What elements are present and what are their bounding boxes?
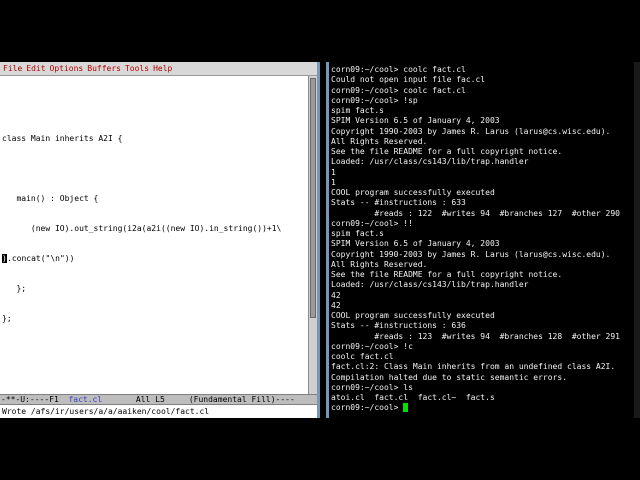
cursor-line-text: .concat("\n")) — [7, 254, 75, 263]
terminal-scrollbar[interactable] — [634, 62, 640, 418]
terminal-line: Loaded: /usr/class/cs143/lib/trap.handle… — [331, 157, 529, 167]
emacs-modeline: -**-U:----F1 fact.cl All L5 (Fundamental… — [0, 394, 317, 405]
editor-scrollbar[interactable] — [308, 76, 317, 394]
terminal-prompt: corn09:~/cool> — [331, 403, 404, 413]
terminal-line: COOL program successfully executed — [331, 311, 495, 320]
terminal-line: See the file README for a full copyright… — [331, 270, 563, 279]
menu-edit[interactable]: Edit — [26, 64, 45, 73]
editor-scrollbar-thumb[interactable] — [310, 78, 316, 318]
editor-buffer[interactable]: class Main inherits A2I { main() : Objec… — [2, 84, 308, 389]
modeline-status: -**-U:----F1 — [1, 395, 69, 404]
terminal-line: All Rights Reserved. — [331, 259, 428, 269]
terminal-line: Stats -- #instructions : 633 — [331, 198, 466, 208]
code-line-with-cursor: ).concat("\n")) — [2, 254, 308, 264]
terminal-line: COOL program successfully executed — [331, 188, 495, 197]
terminal-window[interactable]: corn09:~/cool> coolc fact.cl Could not op… — [326, 62, 640, 418]
terminal-line: Copyright 1990-2003 by James R. Larus (l… — [331, 126, 611, 136]
terminal-line: corn09:~/cool> coolc fact.cl — [331, 85, 466, 95]
terminal-line: SPIM Version 6.5 of January 4, 2003 — [331, 116, 500, 126]
menu-file[interactable]: File — [3, 64, 22, 73]
modeline-buffer-name[interactable]: fact.cl — [68, 395, 102, 404]
terminal-line: corn09:~/cool> !sp — [331, 95, 418, 105]
terminal-line: fact.cl:2: Class Main inherits from an u… — [331, 362, 616, 372]
terminal-line: 42 — [331, 300, 341, 310]
menu-options[interactable]: Options — [50, 64, 84, 73]
terminal-line: 42 — [331, 290, 341, 300]
terminal-output: corn09:~/cool> coolc fact.cl Could not op… — [331, 65, 633, 415]
terminal-line: Compilation halted due to static semanti… — [331, 372, 568, 382]
code-line: class Main inherits A2I { — [2, 134, 123, 143]
terminal-line: #reads : 122 #writes 94 #branches 127 #o… — [331, 208, 620, 218]
terminal-line: Stats -- #instructions : 636 — [331, 321, 466, 331]
terminal-line: spim fact.s — [331, 106, 384, 115]
emacs-window[interactable]: File Edit Options Buffers Tools Help class Ma… — [0, 62, 320, 418]
terminal-prompt-line[interactable]: corn09:~/cool> — [331, 403, 633, 413]
code-line: }; — [2, 284, 27, 293]
terminal-line: corn09:~/cool> !c — [331, 341, 413, 351]
emacs-menubar: File Edit Options Buffers Tools Help — [0, 62, 317, 76]
code-line: main() : Object { — [2, 194, 99, 203]
terminal-line: atoi.cl fact.cl fact.cl~ fact.s — [331, 393, 495, 402]
terminal-line: 1 — [331, 167, 336, 177]
terminal-line: corn09:~/cool> ls — [331, 382, 413, 392]
terminal-line: See the file README for a full copyright… — [331, 147, 563, 156]
terminal-line: coolc fact.cl — [331, 352, 394, 361]
code-line: }; — [2, 314, 12, 323]
menu-tools[interactable]: Tools — [125, 64, 149, 73]
terminal-line: corn09:~/cool> !! — [331, 218, 413, 228]
code-line: (new IO).out_string(i2a(a2i((new IO).in_… — [2, 224, 282, 233]
terminal-line: Loaded: /usr/class/cs143/lib/trap.handle… — [331, 280, 529, 290]
terminal-line: spim fact.s — [331, 229, 384, 238]
terminal-line: 1 — [331, 177, 336, 187]
terminal-line: #reads : 123 #writes 94 #branches 128 #o… — [331, 331, 620, 341]
menu-buffers[interactable]: Buffers — [87, 64, 121, 73]
modeline-mode: All L5 (Fundamental Fill)---- — [102, 395, 295, 404]
terminal-line: Could not open input file fac.cl — [331, 75, 486, 85]
emacs-minibuffer[interactable]: Wrote /afs/ir/users/a/a/aaiken/cool/fact… — [0, 406, 317, 418]
terminal-line: corn09:~/cool> coolc fact.cl — [331, 65, 466, 74]
terminal-cursor — [403, 403, 409, 413]
terminal-line: All Rights Reserved. — [331, 136, 428, 146]
menu-help[interactable]: Help — [153, 64, 172, 73]
terminal-line: Copyright 1990-2003 by James R. Larus (l… — [331, 249, 611, 259]
terminal-line: SPIM Version 6.5 of January 4, 2003 — [331, 239, 500, 249]
